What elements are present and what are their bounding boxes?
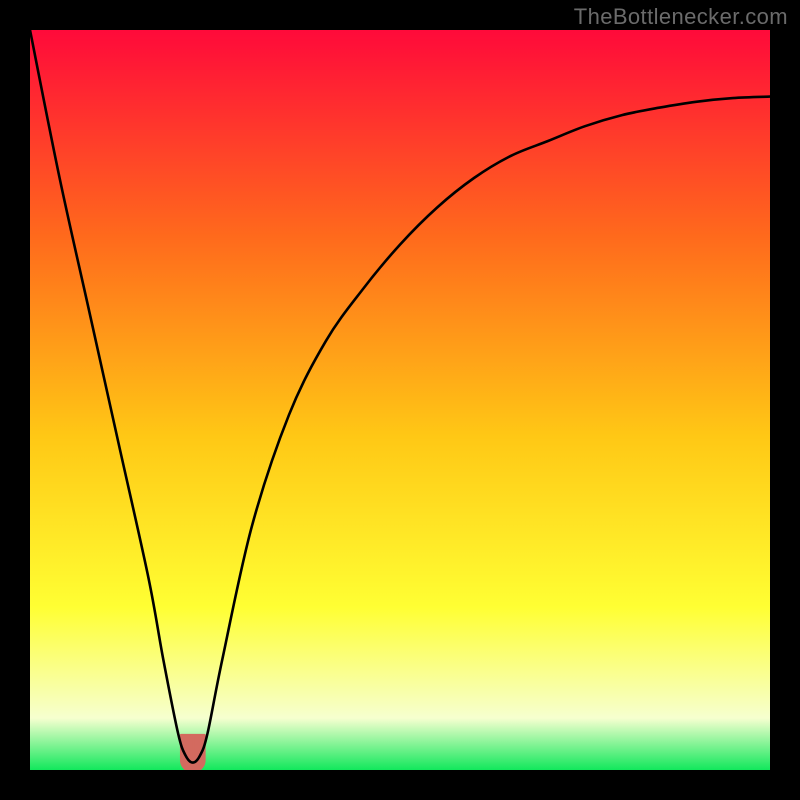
chart-svg [30, 30, 770, 770]
heat-gradient-background [30, 30, 770, 770]
chart-frame: TheBottlenecker.com [0, 0, 800, 800]
watermark-text: TheBottlenecker.com [574, 4, 788, 30]
plot-area [30, 30, 770, 770]
